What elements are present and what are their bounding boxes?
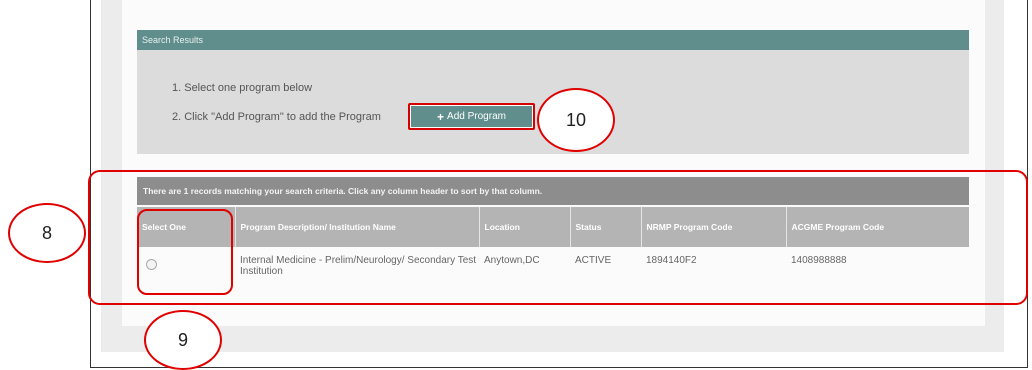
plus-icon: + <box>437 109 445 124</box>
instruction-step-2: 2. Click "Add Program" to add the Progra… <box>172 111 381 123</box>
add-program-button[interactable]: + Add Program <box>408 103 535 130</box>
annotation-box-9 <box>137 209 233 295</box>
callout-9: 9 <box>144 310 222 370</box>
add-program-label: Add Program <box>447 111 506 122</box>
instruction-step-1: 1. Select one program below <box>172 82 313 94</box>
callout-8: 8 <box>8 203 86 263</box>
search-results-header: Search Results <box>137 30 969 50</box>
callout-10: 10 <box>537 88 615 152</box>
